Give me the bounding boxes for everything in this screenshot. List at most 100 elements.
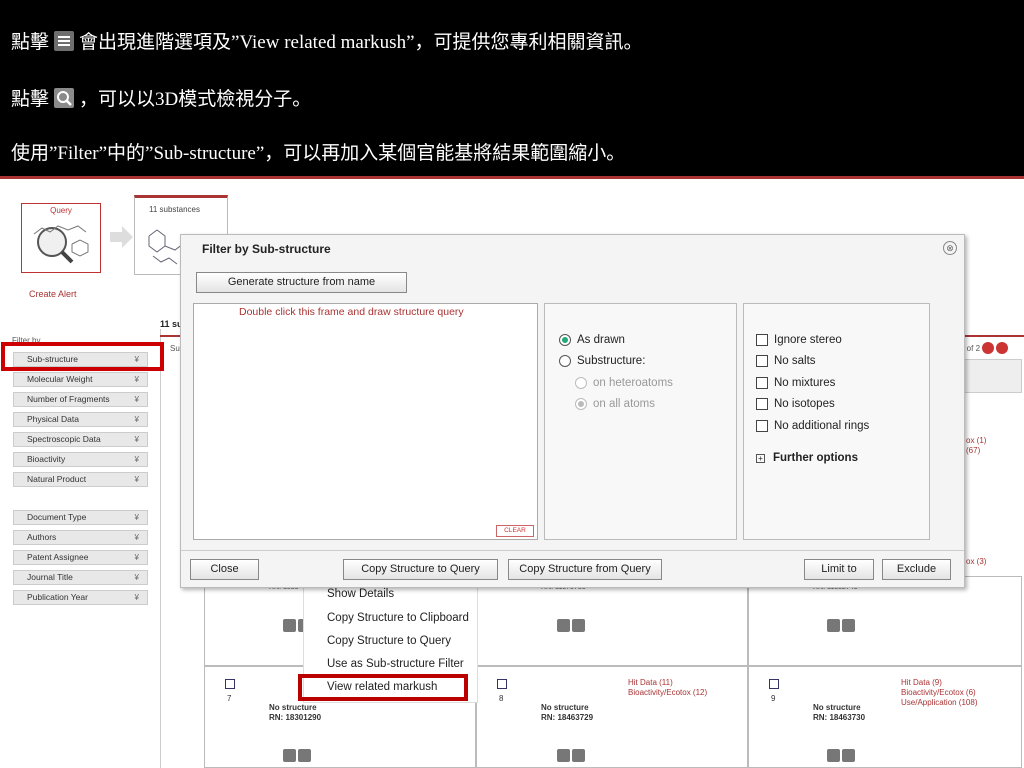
result-number: 8 <box>499 694 504 703</box>
details-icon[interactable] <box>283 749 296 762</box>
sidebar-item-authors[interactable]: Authors ¥ <box>13 530 148 545</box>
close-icon[interactable]: ⊗ <box>943 241 957 255</box>
sidebar-item-number-of-fragments[interactable]: Number of Fragments ¥ <box>13 392 148 407</box>
checkbox-no-mixtures[interactable]: No mixtures <box>756 377 835 389</box>
copy-structure-to-query-button[interactable]: Copy Structure to Query <box>343 559 498 580</box>
structure-status: No structure <box>813 703 861 712</box>
menu-item-copy-structure-clipboard[interactable]: Copy Structure to Clipboard <box>327 612 469 624</box>
details-icon[interactable] <box>283 619 296 632</box>
use-application-link[interactable]: Use/Application (108) <box>901 698 977 708</box>
bioactivity-link[interactable]: Bioactivity/Ecotox (6) <box>901 688 976 698</box>
checkbox-label: No additional rings <box>774 420 870 432</box>
sidebar-item-label: Journal Title <box>27 572 73 582</box>
magnifier-3d-icon[interactable] <box>572 749 585 762</box>
hit-link[interactable]: (67) <box>966 446 980 456</box>
checkbox-no-additional-rings[interactable]: No additional rings <box>756 420 869 432</box>
radio-on-all-atoms[interactable]: on all atoms <box>575 398 655 410</box>
match-options-panel: As drawn Substructure: on heteroatoms on… <box>544 303 737 540</box>
magnifier-3d-icon <box>53 87 75 109</box>
select-checkbox[interactable] <box>225 679 235 689</box>
arrow-right-icon <box>110 226 133 248</box>
exclude-button[interactable]: Exclude <box>882 559 951 580</box>
instruction-1-prefix: 點擊 <box>11 32 50 53</box>
sidebar-item-natural-product[interactable]: Natural Product ¥ <box>13 472 148 487</box>
sidebar-item-spectroscopic-data[interactable]: Spectroscopic Data ¥ <box>13 432 148 447</box>
select-checkbox[interactable] <box>769 679 779 689</box>
sidebar-item-document-type[interactable]: Document Type ¥ <box>13 510 148 525</box>
next-page-button[interactable] <box>982 342 995 354</box>
expand-icon: + <box>756 453 765 463</box>
radio-substructure[interactable]: Substructure: <box>559 355 645 367</box>
magnifier-3d-icon[interactable] <box>842 619 855 632</box>
structure-drawing-frame[interactable]: Double click this frame and draw structu… <box>193 303 538 540</box>
select-checkbox[interactable] <box>497 679 507 689</box>
sidebar-item-molecular-weight[interactable]: Molecular Weight ¥ <box>13 372 148 387</box>
radio-button[interactable] <box>575 377 587 389</box>
menu-item-show-details[interactable]: Show Details <box>327 588 394 600</box>
menu-item-use-as-filter[interactable]: Use as Sub-structure Filter <box>327 658 464 670</box>
magnifier-3d-icon[interactable] <box>842 749 855 762</box>
hit-data-link[interactable]: Hit Data (11) <box>628 678 673 688</box>
results-app: Query 11 substances Create Alert Filter … <box>0 179 1024 768</box>
result-cell: RN: 11375783 <box>476 576 748 666</box>
further-options-toggle[interactable]: + Further options <box>756 452 858 464</box>
checkbox[interactable] <box>756 420 768 432</box>
result-cell: 9 No structure RN: 18463730 Hit Data (9)… <box>748 666 1022 768</box>
sidebar-item-patent-assignee[interactable]: Patent Assignee ¥ <box>13 550 148 565</box>
sidebar-item-publication-year[interactable]: Publication Year ¥ <box>13 590 148 605</box>
hit-data-link[interactable]: Hit Data (9) <box>901 678 942 688</box>
details-icon[interactable] <box>557 619 570 632</box>
result-number: 7 <box>227 694 232 703</box>
sidebar-item-label: Natural Product <box>27 474 87 484</box>
checkbox-ignore-stereo[interactable]: Ignore stereo <box>756 334 842 346</box>
result-cell: RN: 11382749 <box>748 576 1022 666</box>
menu-item-copy-structure-query[interactable]: Copy Structure to Query <box>327 635 451 647</box>
clear-button[interactable]: CLEAR <box>496 525 534 537</box>
magnifier-3d-icon[interactable] <box>298 749 311 762</box>
checkbox[interactable] <box>756 355 768 367</box>
close-button[interactable]: Close <box>190 559 259 580</box>
checkbox-no-isotopes[interactable]: No isotopes <box>756 398 835 410</box>
details-icon[interactable] <box>827 749 840 762</box>
hit-link[interactable]: ox (3) <box>966 557 986 567</box>
checkbox[interactable] <box>756 377 768 389</box>
radio-as-drawn[interactable]: As drawn <box>559 334 625 346</box>
chevron-down-icon: ¥ <box>134 435 139 444</box>
sidebar-item-journal-title[interactable]: Journal Title ¥ <box>13 570 148 585</box>
chevron-down-icon: ¥ <box>134 455 139 464</box>
hit-link[interactable]: ox (1) <box>966 436 986 446</box>
sidebar-item-label: Document Type <box>27 512 87 522</box>
checkbox-no-salts[interactable]: No salts <box>756 355 816 367</box>
copy-structure-from-query-button[interactable]: Copy Structure from Query <box>508 559 662 580</box>
structure-status: No structure <box>269 703 317 712</box>
divider <box>181 550 964 551</box>
limit-to-button[interactable]: Limit to <box>804 559 874 580</box>
result-number: 9 <box>771 694 776 703</box>
checkbox[interactable] <box>756 398 768 410</box>
chevron-down-icon: ¥ <box>134 475 139 484</box>
dialog-title: Filter by Sub-structure <box>202 242 331 256</box>
radio-label: on heteroatoms <box>593 377 673 389</box>
last-page-button[interactable] <box>996 342 1009 354</box>
query-tab[interactable]: Query <box>21 203 101 273</box>
radio-on-heteroatoms[interactable]: on heteroatoms <box>575 377 673 389</box>
bioactivity-link[interactable]: Bioactivity/Ecotox (12) <box>628 688 707 698</box>
structure-options-panel: Ignore stereo No salts No mixtures No is… <box>743 303 930 540</box>
chevron-down-icon: ¥ <box>134 375 139 384</box>
chevron-down-icon: ¥ <box>134 573 139 582</box>
details-icon[interactable] <box>557 749 570 762</box>
checkbox-label: No mixtures <box>774 377 836 389</box>
sidebar-item-bioactivity[interactable]: Bioactivity ¥ <box>13 452 148 467</box>
create-alert-link[interactable]: Create Alert <box>29 289 77 299</box>
radio-button[interactable] <box>575 398 587 410</box>
details-icon[interactable] <box>827 619 840 632</box>
radio-button[interactable] <box>559 355 571 367</box>
query-tab-label: Query <box>50 206 72 215</box>
radio-button[interactable] <box>559 334 571 346</box>
chevron-down-icon: ¥ <box>134 415 139 424</box>
substances-tab-label: 11 substances <box>149 205 200 214</box>
magnifier-3d-icon[interactable] <box>572 619 585 632</box>
checkbox[interactable] <box>756 334 768 346</box>
generate-structure-button[interactable]: Generate structure from name <box>196 272 407 293</box>
sidebar-item-physical-data[interactable]: Physical Data ¥ <box>13 412 148 427</box>
